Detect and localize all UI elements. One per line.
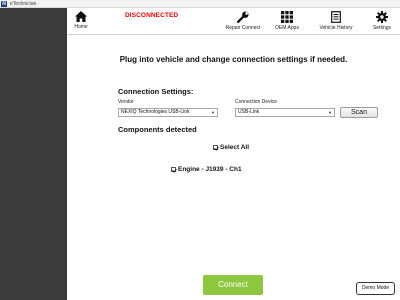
instruction-text: Plug into vehicle and change connection … bbox=[119, 55, 348, 64]
left-sidebar bbox=[0, 8, 67, 300]
scan-button[interactable]: Scan bbox=[340, 107, 378, 118]
vendor-value: NEXIQ Technologies USB-Link bbox=[121, 109, 190, 115]
chevron-down-icon: ▼ bbox=[328, 110, 332, 115]
connection-device-value: USB-Link bbox=[238, 109, 260, 115]
nav-oem-apps-label: OEM Apps bbox=[275, 25, 299, 31]
connection-device-label: Connection Device bbox=[235, 99, 277, 105]
main-content: Plug into vehicle and change connection … bbox=[67, 36, 400, 300]
connect-button[interactable]: Connect bbox=[203, 275, 263, 295]
vendor-label: Vendor bbox=[118, 99, 134, 105]
nav-home-button[interactable]: Home bbox=[69, 8, 93, 35]
top-toolbar: Home DISCONNECTED Repair Connect OEM App… bbox=[67, 8, 400, 35]
connection-status: DISCONNECTED bbox=[125, 12, 179, 19]
nav-repair-connect-button[interactable]: Repair Connect bbox=[224, 8, 262, 35]
nav-vehicle-history-button[interactable]: Vehicle History bbox=[317, 8, 355, 35]
component-label: Engine - J1939 - Ch1 bbox=[178, 166, 242, 173]
home-icon bbox=[75, 11, 87, 22]
components-detected-title: Components detected bbox=[118, 125, 197, 134]
grid-icon bbox=[281, 11, 293, 23]
demo-mode-button[interactable]: Demo Mode bbox=[356, 282, 395, 295]
chevron-down-icon: ▼ bbox=[211, 110, 215, 115]
nav-vehicle-history-label: Vehicle History bbox=[319, 25, 353, 31]
nav-repair-connect-label: Repair Connect bbox=[225, 25, 261, 31]
connection-device-select[interactable]: USB-Link ▼ bbox=[235, 108, 335, 117]
select-all-label: Select All bbox=[220, 144, 250, 151]
nav-home-label: Home bbox=[74, 24, 88, 30]
document-icon bbox=[331, 11, 341, 23]
connection-settings-title: Connection Settings: bbox=[118, 87, 194, 96]
checkbox-checked-icon bbox=[171, 167, 176, 172]
nav-oem-apps-button[interactable]: OEM Apps bbox=[272, 8, 302, 35]
wrench-icon bbox=[237, 11, 249, 23]
gear-icon bbox=[376, 11, 388, 23]
nav-settings-button[interactable]: Settings bbox=[369, 8, 395, 35]
title-bar: N eTechnician bbox=[0, 0, 400, 8]
select-all-checkbox[interactable]: Select All bbox=[213, 144, 249, 151]
component-checkbox[interactable]: Engine - J1939 - Ch1 bbox=[171, 166, 242, 173]
window-title: eTechnician bbox=[10, 1, 37, 7]
checkbox-checked-icon bbox=[213, 145, 218, 150]
nav-settings-label: Settings bbox=[372, 25, 392, 31]
vendor-select[interactable]: NEXIQ Technologies USB-Link ▼ bbox=[118, 108, 218, 117]
app-logo-icon: N bbox=[1, 1, 7, 7]
